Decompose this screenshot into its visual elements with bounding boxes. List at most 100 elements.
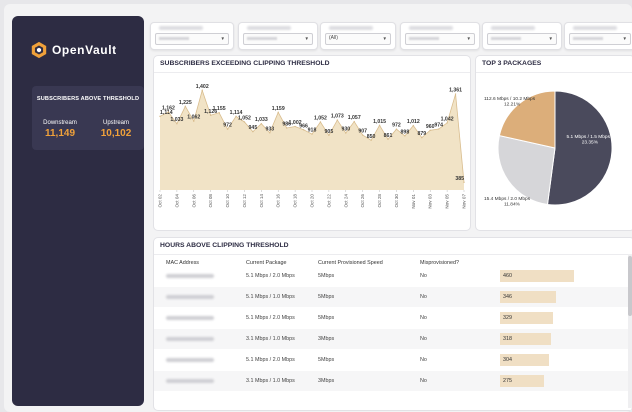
data-point[interactable]: [378, 124, 381, 127]
data-label: 1,052: [238, 115, 251, 121]
data-point[interactable]: [167, 111, 170, 113]
filter-value-redacted: [409, 37, 439, 40]
data-label: 972: [392, 123, 401, 129]
filter-select[interactable]: (All) ▼: [325, 33, 391, 45]
table-row[interactable]: 3.1 Mbps / 1.0 Mbps 3Mbps No 275: [154, 371, 632, 391]
filter-select[interactable]: ▼: [569, 33, 631, 45]
data-point[interactable]: [243, 121, 246, 123]
packages-pie-chart: 5.1 Mbps / 1.5 Mbps23.35% 15.4 Mbps / 2.0…: [484, 90, 613, 208]
clipping-chart-title: SUBSCRIBERS EXCEEDING CLIPPING THRESHOLD: [154, 56, 470, 73]
cell-misprovisioned: No: [420, 273, 427, 279]
table-row[interactable]: 3.1 Mbps / 1.0 Mbps 3Mbps No 318: [154, 329, 632, 349]
data-point[interactable]: [176, 123, 178, 125]
hours-table-panel: HOURS ABOVE CLIPPING THRESHOLD MAC Addre…: [154, 238, 632, 410]
x-tick-label: Oct 02: [158, 194, 163, 208]
data-label: 1,155: [213, 106, 226, 112]
data-point[interactable]: [395, 128, 398, 130]
data-label: 1,042: [441, 116, 454, 122]
mac-address-redacted: [166, 316, 214, 320]
filter-select[interactable]: ▼: [243, 33, 313, 45]
filter-label: [573, 26, 617, 30]
data-point[interactable]: [370, 139, 372, 141]
hours-bar[interactable]: 460: [500, 270, 574, 282]
filter-value-redacted: [491, 37, 521, 40]
pie-slice-label: 5.1 Mbps / 1.5 Mbps: [567, 134, 611, 140]
scrollbar-thumb[interactable]: [628, 256, 632, 316]
filter-5[interactable]: ▼: [482, 22, 562, 50]
filter-select[interactable]: ▼: [405, 33, 475, 45]
table-row[interactable]: 5.1 Mbps / 2.0 Mbps 5Mbps No 304: [154, 350, 632, 370]
x-tick-label: Nov 03: [428, 194, 433, 209]
cell-misprovisioned: No: [420, 378, 427, 384]
data-point[interactable]: [201, 89, 203, 92]
data-point[interactable]: [319, 121, 322, 123]
data-label: 879: [417, 131, 426, 137]
hours-table-title: HOURS ABOVE CLIPPING THRESHOLD: [154, 238, 632, 255]
cell-package: 5.1 Mbps / 1.0 Mbps: [246, 294, 295, 300]
data-point[interactable]: [446, 122, 448, 124]
downstream-value: 11,149: [44, 128, 76, 139]
data-point[interactable]: [252, 130, 254, 133]
data-point[interactable]: [421, 136, 423, 139]
openvault-logo-icon: [31, 41, 47, 59]
data-label: 1,361: [449, 88, 462, 94]
data-label: 1,062: [187, 115, 200, 121]
scrollbar[interactable]: [628, 254, 632, 408]
data-label: 1,033: [255, 117, 268, 123]
mac-address-redacted: [166, 337, 214, 341]
filter-3[interactable]: (All) ▼: [320, 22, 396, 50]
table-row[interactable]: 5.1 Mbps / 2.0 Mbps 5Mbps No 460: [154, 266, 632, 286]
downstream-stat: Downstream 11,149: [32, 120, 88, 139]
filter-1[interactable]: ▼: [150, 22, 234, 50]
filter-value-redacted: [159, 37, 189, 40]
cell-package: 5.1 Mbps / 2.0 Mbps: [246, 273, 295, 279]
upstream-value: 10,102: [100, 128, 132, 139]
data-point[interactable]: [345, 132, 347, 134]
data-point[interactable]: [260, 123, 263, 125]
data-label: 1,159: [272, 106, 285, 112]
data-point[interactable]: [404, 135, 406, 137]
x-tick-label: Oct 24: [343, 194, 348, 208]
table-row[interactable]: 5.1 Mbps / 1.0 Mbps 5Mbps No 346: [154, 287, 632, 307]
filter-label: [329, 26, 373, 30]
packages-pie-title: TOP 3 PACKAGES: [476, 56, 632, 73]
data-label: 933: [265, 126, 274, 132]
data-point[interactable]: [294, 125, 296, 128]
hours-bar[interactable]: 318: [500, 333, 552, 345]
data-point[interactable]: [226, 128, 229, 130]
hours-bar[interactable]: 346: [500, 291, 556, 303]
x-tick-label: Oct 04: [174, 194, 179, 208]
data-point[interactable]: [235, 115, 237, 118]
filter-select[interactable]: ▼: [155, 33, 229, 45]
chevron-down-icon: ▼: [466, 36, 471, 41]
mac-address-redacted: [166, 295, 214, 299]
filter-4[interactable]: ▼: [400, 22, 480, 50]
data-point[interactable]: [218, 111, 220, 114]
table-row[interactable]: 5.1 Mbps / 2.0 Mbps 5Mbps No 329: [154, 308, 632, 328]
chevron-down-icon: ▼: [304, 36, 309, 41]
data-point[interactable]: [193, 120, 195, 122]
data-point[interactable]: [159, 115, 161, 118]
filter-value-redacted: [573, 37, 603, 40]
data-label: 861: [384, 133, 393, 139]
hours-bar[interactable]: 304: [500, 354, 549, 366]
clipping-chart-panel: SUBSCRIBERS EXCEEDING CLIPPING THRESHOLD…: [154, 56, 470, 230]
data-label: 930: [341, 127, 350, 133]
cell-speed: 5Mbps: [318, 357, 335, 363]
clipping-area-chart: 1,1141,1621,0331,2251,0621,4021,1261,155…: [158, 84, 467, 209]
data-point[interactable]: [361, 134, 364, 136]
data-point[interactable]: [328, 134, 330, 136]
pie-slice[interactable]: [546, 90, 613, 206]
hours-bar[interactable]: 275: [500, 375, 545, 387]
chevron-down-icon: ▼: [220, 36, 225, 41]
area-fill: [160, 90, 464, 190]
data-point[interactable]: [285, 127, 288, 129]
data-point[interactable]: [353, 120, 355, 123]
filter-6[interactable]: ▼: [564, 22, 632, 50]
filter-select[interactable]: ▼: [487, 33, 557, 45]
packages-pie-panel: TOP 3 PACKAGES 5.1 Mbps / 1.5 Mbps 23.35%…: [476, 56, 632, 230]
hours-bar[interactable]: 329: [500, 312, 553, 324]
filter-2[interactable]: ▼: [238, 22, 318, 50]
x-tick-label: Nov 05: [445, 194, 450, 209]
cell-misprovisioned: No: [420, 294, 427, 300]
